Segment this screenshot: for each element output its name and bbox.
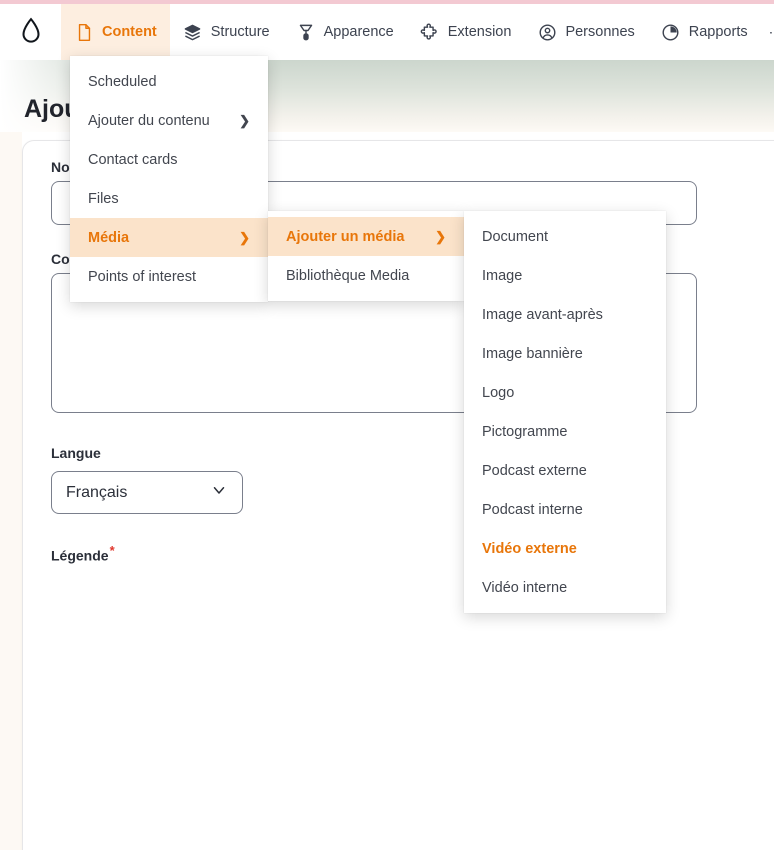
paintbrush-icon <box>296 22 316 42</box>
nav-item-structure[interactable]: Structure <box>170 4 283 60</box>
menu-item-label: Contact cards <box>88 152 177 168</box>
menu-item-label: Scheduled <box>88 74 157 90</box>
nav-item-overflow[interactable]: ⋯ <box>761 4 774 60</box>
menu-item-label: Document <box>482 229 548 245</box>
menu-item-label: Image avant-après <box>482 307 603 323</box>
chevron-down-icon <box>210 481 228 504</box>
nav-item-label: Rapports <box>689 24 748 40</box>
menu-item-label: Ajouter un média <box>286 229 404 245</box>
menu-item-media[interactable]: Média ❯ <box>70 218 268 257</box>
menu-item-podcast-externe[interactable]: Podcast externe <box>464 451 666 490</box>
field-label-legende: Légende* <box>51 543 115 564</box>
puzzle-icon <box>420 22 440 42</box>
nav-item-rapports[interactable]: Rapports <box>648 4 761 60</box>
legende-text: Légende <box>51 548 109 564</box>
menu-item-label: Vidéo interne <box>482 580 567 596</box>
menu-item-label: Pictogramme <box>482 424 567 440</box>
media-types-menu-level3: Document Image Image avant-après Image b… <box>464 211 666 613</box>
menu-item-label: Ajouter du contenu <box>88 113 210 129</box>
nav-item-label: Content <box>102 24 157 40</box>
menu-item-document[interactable]: Document <box>464 217 666 256</box>
nav-item-extension[interactable]: Extension <box>407 4 525 60</box>
user-circle-icon <box>537 22 557 42</box>
menu-item-image[interactable]: Image <box>464 256 666 295</box>
menu-item-label: Points of interest <box>88 269 196 285</box>
menu-item-video-interne[interactable]: Vidéo interne <box>464 568 666 607</box>
file-icon <box>74 22 94 42</box>
app-root: Ajouter Nom Code Langue Français Légende… <box>0 0 774 850</box>
menu-item-label: Bibliothèque Media <box>286 268 409 284</box>
nav-item-label: Structure <box>211 24 270 40</box>
left-rail <box>0 132 22 850</box>
menu-item-bibliotheque-media[interactable]: Bibliothèque Media <box>268 256 464 295</box>
menu-item-label: Image bannière <box>482 346 583 362</box>
menu-item-video-externe[interactable]: Vidéo externe <box>464 529 666 568</box>
langue-select[interactable]: Français <box>51 471 243 514</box>
content-menu-level1: Scheduled Ajouter du contenu ❯ Contact c… <box>70 56 268 302</box>
nav-overflow-icon: ⋯ <box>769 24 774 41</box>
nav-item-content[interactable]: Content <box>61 4 170 60</box>
nav-item-label: Personnes <box>565 24 634 40</box>
menu-item-label: Image <box>482 268 522 284</box>
pie-chart-icon <box>661 22 681 42</box>
menu-item-podcast-interne[interactable]: Podcast interne <box>464 490 666 529</box>
nav-item-apparence[interactable]: Apparence <box>283 4 407 60</box>
menu-item-contact-cards[interactable]: Contact cards <box>70 140 268 179</box>
required-marker: * <box>110 543 115 558</box>
field-label-langue: Langue <box>51 445 101 461</box>
nav-item-label: Extension <box>448 24 512 40</box>
langue-select-value: Français <box>66 484 127 502</box>
menu-item-scheduled[interactable]: Scheduled <box>70 62 268 101</box>
menu-item-pictogramme[interactable]: Pictogramme <box>464 412 666 451</box>
menu-item-label: Podcast interne <box>482 502 583 518</box>
menu-item-label: Vidéo externe <box>482 541 577 557</box>
menu-item-label: Média <box>88 230 129 246</box>
menu-item-label: Podcast externe <box>482 463 587 479</box>
main-navbar: Content Structure Apparence <box>0 4 774 60</box>
menu-item-image-avant-apres[interactable]: Image avant-après <box>464 295 666 334</box>
drop-logo-icon[interactable] <box>0 4 61 60</box>
layers-icon <box>183 22 203 42</box>
menu-item-ajouter-du-contenu[interactable]: Ajouter du contenu ❯ <box>70 101 268 140</box>
nav-item-label: Apparence <box>324 24 394 40</box>
menu-item-points-of-interest[interactable]: Points of interest <box>70 257 268 296</box>
chevron-right-icon: ❯ <box>239 230 250 246</box>
nav-item-personnes[interactable]: Personnes <box>524 4 647 60</box>
chevron-right-icon: ❯ <box>239 113 250 129</box>
menu-item-files[interactable]: Files <box>70 179 268 218</box>
chevron-right-icon: ❯ <box>435 229 446 245</box>
menu-item-ajouter-un-media[interactable]: Ajouter un média ❯ <box>268 217 464 256</box>
menu-item-label: Files <box>88 191 119 207</box>
menu-item-label: Logo <box>482 385 514 401</box>
menu-item-logo[interactable]: Logo <box>464 373 666 412</box>
menu-item-image-banniere[interactable]: Image bannière <box>464 334 666 373</box>
media-menu-level2: Ajouter un média ❯ Bibliothèque Media <box>268 211 464 301</box>
